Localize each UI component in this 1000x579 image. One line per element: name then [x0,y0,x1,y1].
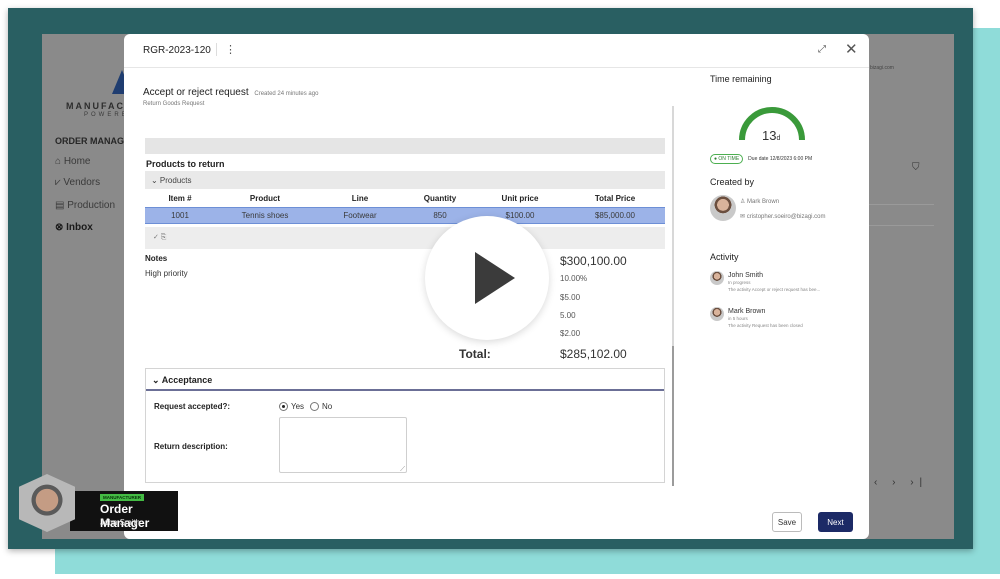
filter-icon[interactable]: ⛉ [912,162,920,173]
nav-item-production[interactable]: ▤ Production [55,200,115,211]
cell-total-price: $85,000.00 [565,206,665,224]
days-unit: d [776,135,781,142]
activity-item: John Smith In progress The activity Acce… [728,272,860,293]
products-accordion[interactable]: ⌄ Products [145,171,665,189]
video-thumbnail: MANUFACTU POWERED ORDER MANAGE ⌂ Home ⩗ … [0,0,1000,579]
radio-yes-dot[interactable] [279,402,288,411]
activity-avatar [710,307,724,321]
summary-subtotal: $300,100.00 [560,254,627,268]
radio-yes[interactable]: Yes [279,402,304,411]
created-by-heading: Created by [710,177,755,187]
summary-discount: 10.00% [560,274,588,283]
activity-when: In progress [728,280,751,285]
task-title-text: Accept or reject request [143,87,249,98]
cell-item: 1001 [145,206,215,224]
col-total-price: Total Price [594,194,636,204]
nav-section-title: ORDER MANAGE [55,136,131,146]
summary-fee: $2.00 [560,329,581,338]
form-area: Products to return ⌄ Products Item # Pro… [143,126,673,486]
radio-no-dot[interactable] [310,402,319,411]
save-button[interactable]: Save [772,512,802,532]
activity-heading: Activity [710,252,739,262]
days-remaining: 13d [762,128,780,143]
total-label: Total: [459,347,491,361]
task-subtitle: Return Goods Request [143,101,205,107]
pager-icons[interactable]: ‹ › ›| [874,477,928,488]
creator-email-row: ✉ cristopher.soeiro@bizagi.com [740,213,826,220]
task-title: Accept or reject request Created 24 minu… [143,87,318,98]
creator-name-row: ♙ Mark Brown [740,198,779,205]
status-row: ● ON TIME Due date 12/8/2023 6:00 PM [710,154,812,164]
acceptance-section: ⌄ Acceptance Request accepted?: Yes No R… [145,368,665,483]
nav-item-inbox[interactable]: ⊗ Inbox [55,222,93,233]
radio-no[interactable]: No [310,402,332,411]
col-item: Item # [168,194,192,204]
status-badge: ● ON TIME [710,154,744,164]
play-icon[interactable] [425,216,549,340]
bg-right-snippet: bizagi.com [870,65,894,71]
time-remaining-heading: Time remaining [710,74,772,84]
activity-avatar [710,271,724,285]
status-text: ON TIME [718,156,740,162]
divider [864,225,934,226]
presenter-avatar [19,474,75,532]
creator-email: cristopher.soeiro@bizagi.com [746,214,826,220]
mail-icon: ✉ [740,214,747,220]
presenter-badge: MANUFACTURER [100,494,144,501]
cell-line: Footwear [315,206,405,224]
case-id: RGR-2023-120 [143,45,211,56]
table-row[interactable]: 1001 Tennis shoes Footwear 850 $100.00 $… [145,206,665,224]
creator-name: Mark Brown [747,199,780,205]
acceptance-accordion[interactable]: ⌄ Acceptance [146,369,664,391]
notes-value: High priority [145,269,188,278]
section-bar [145,138,665,154]
presenter-tag: MANUFACTURER Order Manager John Smith [17,474,179,532]
modal-header: RGR-2023-120 ⋮ ⤢ ✕ [124,34,869,68]
activity-name: Mark Brown [728,308,766,315]
expand-icon[interactable]: ⤢ [818,44,826,55]
table-header-row: Item # Product Line Quantity Unit price … [145,191,665,207]
divider [864,204,934,205]
task-created: Created 24 minutes ago [254,91,319,97]
summary-tax: 5.00 [560,311,576,320]
activity-text: The activity Accept or reject request ha… [728,287,821,292]
radio-no-label: No [322,402,333,411]
col-product: Product [249,194,281,204]
activity-item: Mark Brown in 5 hours The activity Reque… [728,308,860,329]
activity-name: John Smith [728,272,764,279]
col-line: Line [351,194,369,204]
nav-item-vendors[interactable]: ⩗ Vendors [55,177,100,188]
description-label: Return description: [154,442,228,451]
notes-label: Notes [145,254,168,263]
close-icon[interactable]: ✕ [845,40,858,58]
days-value: 13 [762,128,777,143]
products-table: Item # Product Line Quantity Unit price … [145,191,665,224]
creator-avatar [710,195,736,221]
more-options-icon[interactable]: ⋮ [216,43,236,56]
nav-item-home[interactable]: ⌂ Home [55,156,91,167]
description-textarea[interactable] [279,417,407,474]
presenter-name: John Smith [100,518,141,527]
summary-shipping: $5.00 [560,293,581,302]
cell-product: Tennis shoes [215,206,315,224]
total-value: $285,102.00 [560,347,627,361]
user-icon: ♙ [740,199,748,205]
question-label: Request accepted?: [154,402,231,411]
table-tools[interactable]: ✓ ⎘ [145,227,665,249]
side-panel: Time remaining 13d ● ON TIME Due date 12… [710,74,860,494]
radio-yes-label: Yes [291,402,305,411]
due-date: Due date 12/8/2023 6:00 PM [748,156,813,162]
activity-text: The activity Request has been closed [728,323,803,328]
presenter-card: MANUFACTURER Order Manager John Smith [70,491,178,531]
col-unit-price: Unit price [501,194,539,204]
products-title: Products to return [146,159,225,169]
next-button[interactable]: Next [818,512,853,532]
activity-when: in 5 hours [728,316,748,321]
col-quantity: Quantity [423,194,457,204]
